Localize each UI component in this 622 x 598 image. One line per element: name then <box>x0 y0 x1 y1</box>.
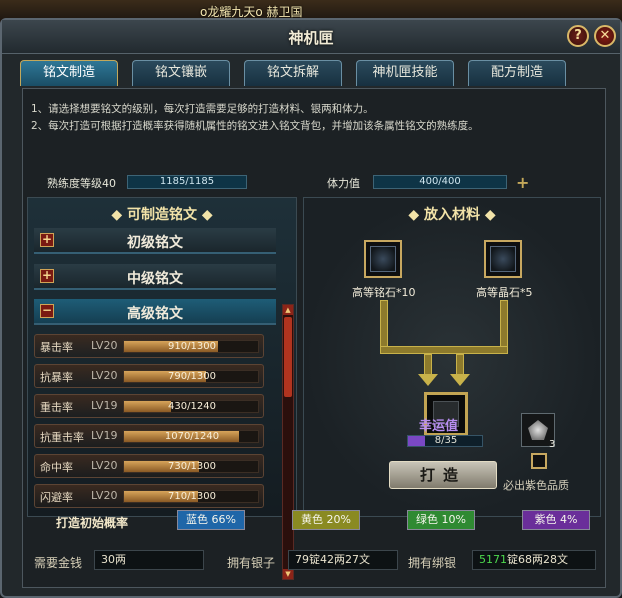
scroll-thumb[interactable] <box>284 317 292 397</box>
instruction-line-1: 1、请选择想要铭文的级别，每次打造需要足够的打造材料、银两和体力。 <box>31 103 374 115</box>
help-button[interactable]: ? <box>567 25 589 47</box>
inscription-progress-bar: 910/1300 <box>123 340 259 353</box>
window-title: 神机匣 <box>288 29 334 47</box>
tab-shenjixia-skills[interactable]: 神机匣技能 <box>356 60 454 86</box>
inscription-name: 暴击率 <box>40 341 73 354</box>
inscription-progress-text: 730/1300 <box>168 461 216 472</box>
prob-blue: 蓝色 66% <box>177 510 245 530</box>
tab-inscription-dismantle[interactable]: 铭文拆解 <box>244 60 342 86</box>
probability-row: 打造初始概率 蓝色 66% 黄色 20% 绿色 10% 紫色 4% <box>22 510 606 532</box>
material-2-label: 高等晶石*5 <box>476 286 533 299</box>
luck-stone-icon <box>528 420 548 440</box>
prob-green: 绿色 10% <box>407 510 475 530</box>
close-button[interactable]: ✕ <box>594 25 616 47</box>
category-label: 初级铭文 <box>127 235 183 251</box>
inscription-progress-bar: 710/1300 <box>123 490 259 503</box>
silver-value: 79锭42两27文 <box>288 550 398 570</box>
inscription-scrollbar[interactable]: ▲ ▼ <box>282 304 294 580</box>
material-slot-2[interactable] <box>484 240 522 278</box>
tab-inscription-inlay[interactable]: 铭文镶嵌 <box>132 60 230 86</box>
scroll-up-icon[interactable]: ▲ <box>283 305 293 315</box>
inscription-item[interactable]: 闪避率 LV20 710/1300 <box>34 484 264 508</box>
luck-value: 8/35 <box>434 435 458 446</box>
forge-button[interactable]: 打造 <box>389 461 497 489</box>
purple-quality-label: 必出紫色品质 <box>503 479 569 492</box>
inscription-progress-text: 790/1300 <box>168 371 216 382</box>
prob-purple: 紫色 4% <box>522 510 590 530</box>
arrow-down-icon <box>418 374 438 386</box>
materials-title: ◆ 放入材料 ◆ <box>408 207 496 223</box>
inscription-progress-text: 710/1300 <box>168 491 216 502</box>
silver-label: 拥有银子 <box>227 556 276 570</box>
shenjixia-window: 神机匣 ? ✕ 铭文制造 铭文镶嵌 铭文拆解 神机匣技能 配方制造 1、请选择想… <box>0 18 622 598</box>
inscription-name: 闪避率 <box>40 491 73 504</box>
inscription-level: LV20 <box>91 489 118 502</box>
luck-stone-count: 3 <box>549 439 556 450</box>
bound-silver-label: 拥有绑银 <box>408 556 457 570</box>
craftable-title: ◆ 可制造铭文 ◆ <box>111 207 213 223</box>
instructions: 1、请选择想要铭文的级别，每次打造需要足够的打造材料、银两和体力。 2、每次打造… <box>31 101 479 135</box>
inscription-level: LV20 <box>91 339 118 352</box>
material-1-label: 高等铭石*10 <box>352 286 416 299</box>
bound-silver-ingots: 5171 <box>479 553 507 566</box>
inscription-progress-bar: 430/1240 <box>123 400 259 413</box>
luck-label: 幸运值 <box>419 419 459 434</box>
inscription-progress-text: 910/1300 <box>168 341 216 352</box>
category-basic[interactable]: + 初级铭文 <box>34 228 276 254</box>
category-intermediate[interactable]: + 中级铭文 <box>34 264 276 290</box>
inscription-progress-text: 1070/1240 <box>164 431 220 442</box>
inscription-item[interactable]: 命中率 LV20 730/1300 <box>34 454 264 478</box>
pipe-left <box>380 300 388 350</box>
probability-title: 打造初始概率 <box>56 516 129 530</box>
tab-bar: 铭文制造 铭文镶嵌 铭文拆解 神机匣技能 配方制造 <box>20 60 610 88</box>
inscription-stone-icon <box>370 246 396 272</box>
stamina-label: 体力值 <box>327 177 360 190</box>
inscription-name: 抗暴率 <box>40 371 73 384</box>
inscription-level: LV20 <box>91 369 118 382</box>
instruction-line-2: 2、每次打造可根据打造概率获得随机属性的铭文进入铭文背包，并增加该条属性铭文的熟… <box>31 120 479 132</box>
pipe-down-left <box>424 354 432 376</box>
inscription-progress-bar: 1070/1240 <box>123 430 259 443</box>
inscription-progress-bar: 790/1300 <box>123 370 259 383</box>
inscription-level: LV19 <box>91 399 118 412</box>
prob-yellow: 黄色 20% <box>292 510 360 530</box>
cost-value: 30两 <box>94 550 204 570</box>
bound-silver-value: 5171锭68两28文 <box>472 550 596 570</box>
proficiency-bar: 1185/1185 <box>127 175 247 189</box>
category-advanced[interactable]: − 高级铭文 <box>34 299 276 325</box>
inscription-progress-bar: 730/1300 <box>123 460 259 473</box>
inscription-level: LV19 <box>91 429 118 442</box>
proficiency-label: 熟练度等级40 <box>47 177 116 190</box>
inscription-name: 命中率 <box>40 461 73 474</box>
luck-bar: 8/35 <box>407 435 483 447</box>
arrow-down-icon <box>450 374 470 386</box>
stats-row: 熟练度等级40 1185/1185 体力值 400/400 + <box>27 173 607 192</box>
inscription-item[interactable]: 抗重击率 LV19 1070/1240 <box>34 424 264 448</box>
inscription-item[interactable]: 暴击率 LV20 910/1300 <box>34 334 264 358</box>
pipe-right <box>500 300 508 350</box>
money-row: 需要金钱 30两 拥有银子 79锭42两27文 拥有绑银 5171锭68两28文 <box>22 550 606 572</box>
tab-inscription-make[interactable]: 铭文制造 <box>20 60 118 86</box>
inscription-item[interactable]: 抗暴率 LV20 790/1300 <box>34 364 264 388</box>
inscription-name: 抗重击率 <box>40 431 84 444</box>
crystal-stone-icon <box>490 246 516 272</box>
inscription-name: 重击率 <box>40 401 73 414</box>
craftable-inscriptions-pane: ◆ 可制造铭文 ◆ + 初级铭文 + 中级铭文 − 高级铭文 暴击率 LV20 91… <box>27 197 297 580</box>
pipe-down-right <box>456 354 464 376</box>
bound-silver-rest: 锭68两28文 <box>507 553 568 566</box>
inscription-level: LV20 <box>91 459 118 472</box>
cost-label: 需要金钱 <box>34 556 83 570</box>
material-slot-1[interactable] <box>364 240 402 278</box>
add-stamina-button[interactable]: + <box>516 173 529 192</box>
pipe-join <box>380 346 508 354</box>
titlebar[interactable]: 神机匣 ? ✕ <box>2 20 620 54</box>
inscription-progress-text: 430/1240 <box>168 401 216 412</box>
purple-quality-checkbox[interactable] <box>531 453 547 469</box>
category-label: 中级铭文 <box>127 271 183 287</box>
inscription-item[interactable]: 重击率 LV19 430/1240 <box>34 394 264 418</box>
category-label: 高级铭文 <box>127 306 183 322</box>
tab-recipe-make[interactable]: 配方制造 <box>468 60 566 86</box>
stamina-bar: 400/400 <box>373 175 507 189</box>
